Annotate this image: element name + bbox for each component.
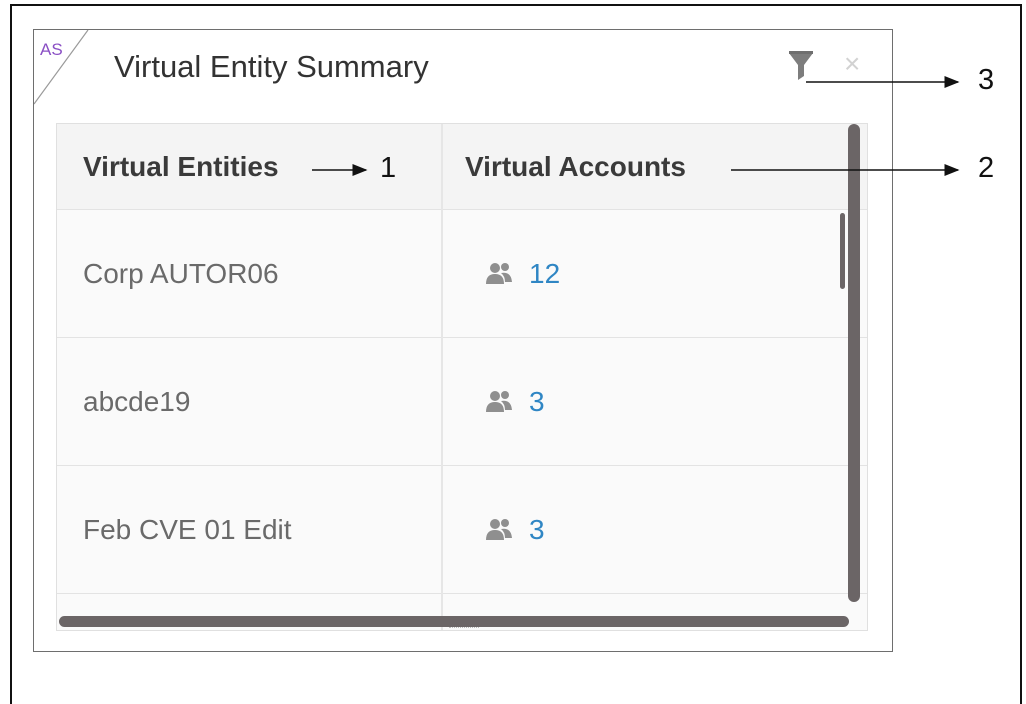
vertical-scrollbar[interactable] [848,124,860,602]
column-header-virtual-entities[interactable]: Virtual Entities [83,124,279,210]
table-row: Feb CVE 01 Edit 3 [57,466,867,594]
close-icon[interactable]: × [844,48,860,80]
horizontal-scrollbar[interactable] [59,616,849,627]
entity-name: abcde19 [83,386,191,417]
resize-grip[interactable] [449,627,479,631]
account-count-link[interactable]: 3 [529,466,545,594]
virtual-entity-summary-widget: AS Virtual Entity Summary × Virtual Enti… [33,29,893,652]
account-count-link[interactable]: 12 [529,210,560,338]
column-divider [441,124,443,630]
widget-title: Virtual Entity Summary [114,49,429,84]
inner-vertical-scrollbar[interactable] [840,213,845,289]
callout-label-3: 3 [978,64,995,96]
users-icon [486,263,512,284]
column-header-virtual-accounts[interactable]: Virtual Accounts [465,124,686,210]
entity-table: Virtual Entities Virtual Accounts Corp A… [56,123,868,631]
initials-badge: AS [40,40,63,59]
table-row: abcde19 3 [57,338,867,466]
users-icon [486,519,512,540]
table-row: Corp AUTOR06 12 [57,210,867,338]
users-icon [486,391,512,412]
account-count-link[interactable]: 3 [529,338,545,466]
entity-name: Feb CVE 01 Edit [83,514,292,545]
callout-label-2: 2 [978,152,995,184]
filter-icon[interactable] [788,50,814,82]
table-header: Virtual Entities Virtual Accounts [57,124,867,210]
entity-name: Corp AUTOR06 [83,258,279,289]
callout-label-1: 1 [380,152,397,184]
